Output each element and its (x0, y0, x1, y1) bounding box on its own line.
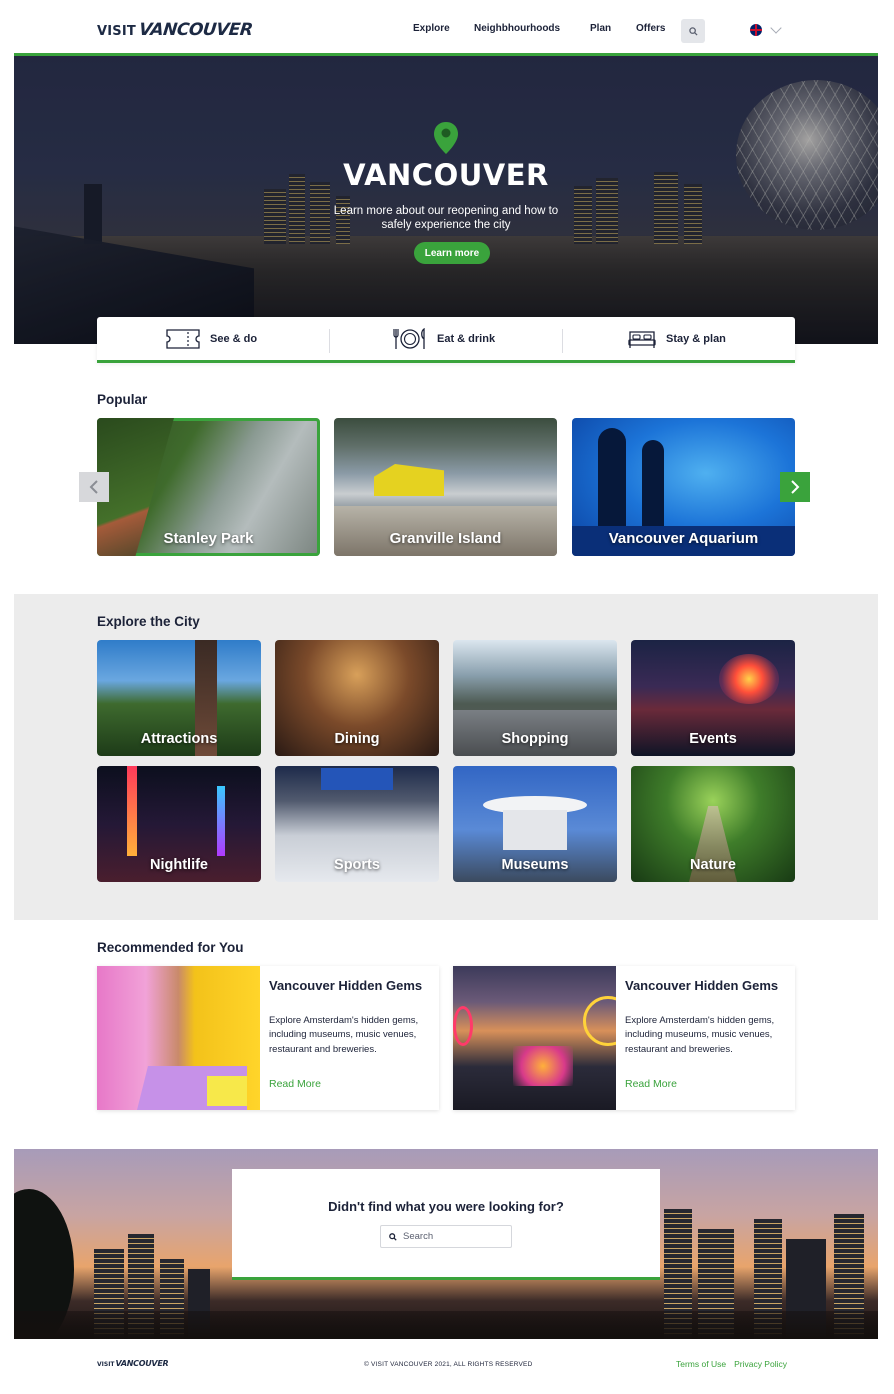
search-input[interactable]: Search (380, 1225, 512, 1248)
popular-heading: Popular (97, 392, 148, 407)
recommended-card[interactable]: Vancouver Hidden Gems Explore Amsterdam'… (453, 966, 795, 1110)
explore-tile-label: Sports (334, 857, 380, 873)
recommended-card-title: Vancouver Hidden Gems (625, 978, 779, 993)
carousel-next-button[interactable] (780, 472, 810, 502)
popular-card-stanley-park[interactable]: Stanley Park (97, 418, 320, 556)
popular-card-label: Vancouver Aquarium (608, 530, 759, 547)
explore-tile-label: Museums (501, 857, 569, 873)
search-icon (688, 26, 698, 36)
explore-tile-events[interactable]: Events (631, 640, 795, 756)
search-placeholder: Search (403, 1231, 434, 1242)
learn-more-button[interactable]: Learn more (414, 242, 490, 264)
search-panel: Didn't find what you were looking for? S… (232, 1169, 660, 1280)
recommended-card-image (97, 966, 260, 1110)
explore-tile-attractions[interactable]: Attractions (97, 640, 261, 756)
bed-icon (628, 330, 656, 348)
recommended-card-description: Explore Amsterdam's hidden gems, includi… (269, 1015, 419, 1055)
recommended-card[interactable]: Vancouver Hidden Gems Explore Amsterdam'… (97, 966, 439, 1110)
popular-card-label: Stanley Park (163, 530, 254, 547)
hero-title: VANCOUVER (343, 158, 549, 192)
chevron-left-icon (89, 480, 98, 494)
location-pin-icon (434, 122, 458, 154)
search-question: Didn't find what you were looking for? (328, 1199, 564, 1214)
footer-links: Terms of Use Privacy Policy (676, 1359, 787, 1369)
explore-tile-label: Shopping (501, 731, 569, 747)
footer-logo-city: VANCOUVER (115, 1359, 169, 1368)
logo-visit: VISIT (97, 24, 136, 39)
plate-cutlery-icon (393, 327, 425, 349)
search-icon (389, 1232, 397, 1241)
category-label: Stay & plan (666, 332, 726, 345)
explore-tile-dining[interactable]: Dining (275, 640, 439, 756)
recommended-card-title: Vancouver Hidden Gems (269, 978, 423, 993)
carousel-prev-button[interactable] (79, 472, 109, 502)
popular-card-vancouver-aquarium[interactable]: Vancouver Aquarium (572, 418, 795, 556)
explore-tile-nature[interactable]: Nature (631, 766, 795, 882)
recommended-heading: Recommended for You (97, 940, 244, 955)
nav-offers[interactable]: Offers (636, 23, 665, 34)
explore-tile-label: Events (689, 731, 737, 747)
explore-tile-sports[interactable]: Sports (275, 766, 439, 882)
explore-tile-museums[interactable]: Museums (453, 766, 617, 882)
explore-tile-label: Nightlife (150, 857, 208, 873)
site-header: VISIT VANCOUVER Explore Neighbhourhoods … (0, 0, 894, 56)
recommended-card-image (453, 966, 616, 1110)
chevron-right-icon (791, 480, 800, 494)
copyright-text: © VISIT VANCOUVER 2021, ALL RIGHTS RESER… (364, 1361, 533, 1368)
recommended-card-description: Explore Amsterdam's hidden gems, includi… (625, 1015, 775, 1055)
ticket-icon (166, 328, 200, 349)
explore-tile-shopping[interactable]: Shopping (453, 640, 617, 756)
explore-tile-label: Attractions (140, 731, 218, 747)
hero-banner: VANCOUVER Learn more about our reopening… (14, 56, 878, 344)
nav-explore[interactable]: Explore (413, 23, 450, 34)
chevron-down-icon (770, 22, 782, 34)
category-label: See & do (210, 332, 258, 345)
nav-plan[interactable]: Plan (590, 23, 611, 34)
footer-logo-visit: VISIT (97, 1361, 115, 1368)
terms-link[interactable]: Terms of Use (676, 1359, 726, 1369)
footer-logo[interactable]: VISIT VANCOUVER (97, 1359, 169, 1368)
uk-flag-icon (750, 24, 762, 36)
explore-tile-nightlife[interactable]: Nightlife (97, 766, 261, 882)
category-see-do[interactable]: See & do (166, 317, 257, 360)
site-logo[interactable]: VISIT VANCOUVER (97, 20, 254, 42)
privacy-link[interactable]: Privacy Policy (734, 1359, 787, 1369)
popular-card-label: Granville Island (389, 530, 502, 547)
hero-subtitle: Learn more about our reopening and how t… (333, 205, 559, 231)
explore-tile-label: Dining (334, 731, 380, 747)
logo-city: VANCOUVER (137, 20, 254, 40)
nav-neighbourhoods[interactable]: Neighbhourhoods (474, 23, 560, 34)
popular-card-granville-island[interactable]: Granville Island (334, 418, 557, 556)
explore-heading: Explore the City (97, 614, 200, 629)
category-stay-plan[interactable]: Stay & plan (628, 317, 726, 360)
read-more-link[interactable]: Read More (625, 1078, 677, 1090)
read-more-link[interactable]: Read More (269, 1078, 321, 1090)
category-label: Eat & drink (437, 332, 496, 345)
category-bar: See & do Eat & drink Stay & plan (97, 317, 795, 363)
category-eat-drink[interactable]: Eat & drink (393, 317, 495, 360)
explore-tile-label: Nature (690, 857, 736, 873)
header-search-button[interactable] (681, 19, 705, 43)
language-selector[interactable] (750, 22, 782, 36)
